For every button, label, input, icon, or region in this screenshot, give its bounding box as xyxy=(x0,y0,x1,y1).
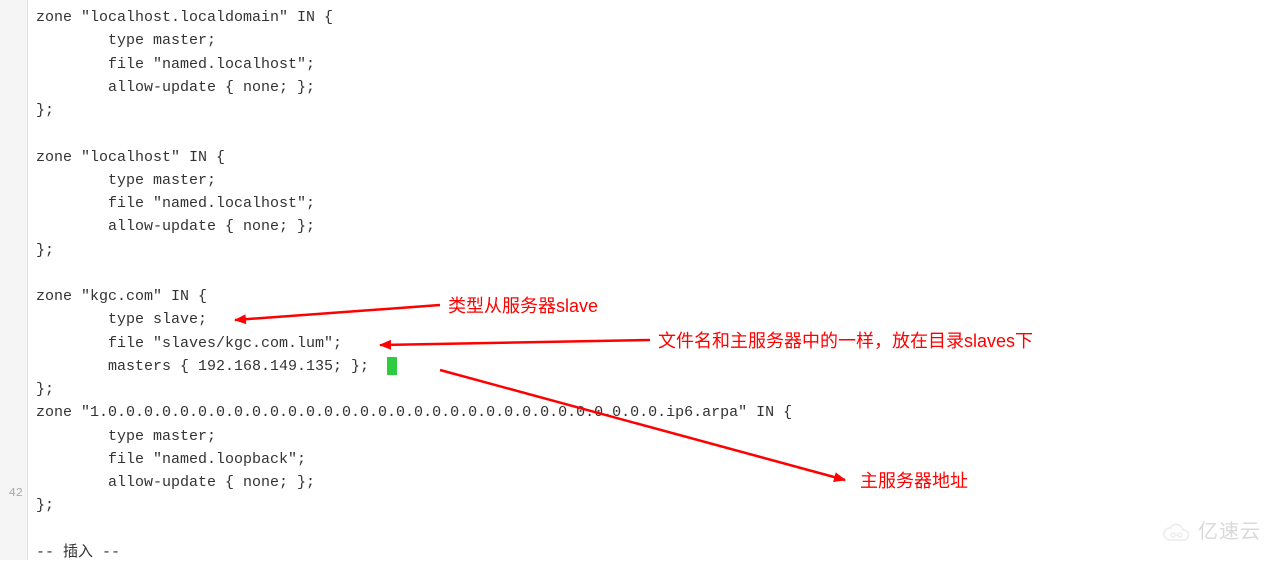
config-code-block: zone "localhost.localdomain" IN { type m… xyxy=(36,6,792,564)
text-cursor xyxy=(387,357,397,375)
line-number-gutter: 42 xyxy=(0,0,28,560)
annotation-masters: 主服务器地址 xyxy=(860,468,968,496)
line-number: 42 xyxy=(9,484,23,503)
annotation-type-slave: 类型从服务器slave xyxy=(448,293,598,321)
annotation-file-slaves: 文件名和主服务器中的一样，放在目录slaves下 xyxy=(658,328,1033,356)
cloud-icon xyxy=(1162,522,1192,544)
watermark-text: 亿速云 xyxy=(1198,517,1261,548)
config-code: zone "localhost.localdomain" IN { type m… xyxy=(36,9,792,561)
watermark: 亿速云 xyxy=(1162,517,1261,548)
